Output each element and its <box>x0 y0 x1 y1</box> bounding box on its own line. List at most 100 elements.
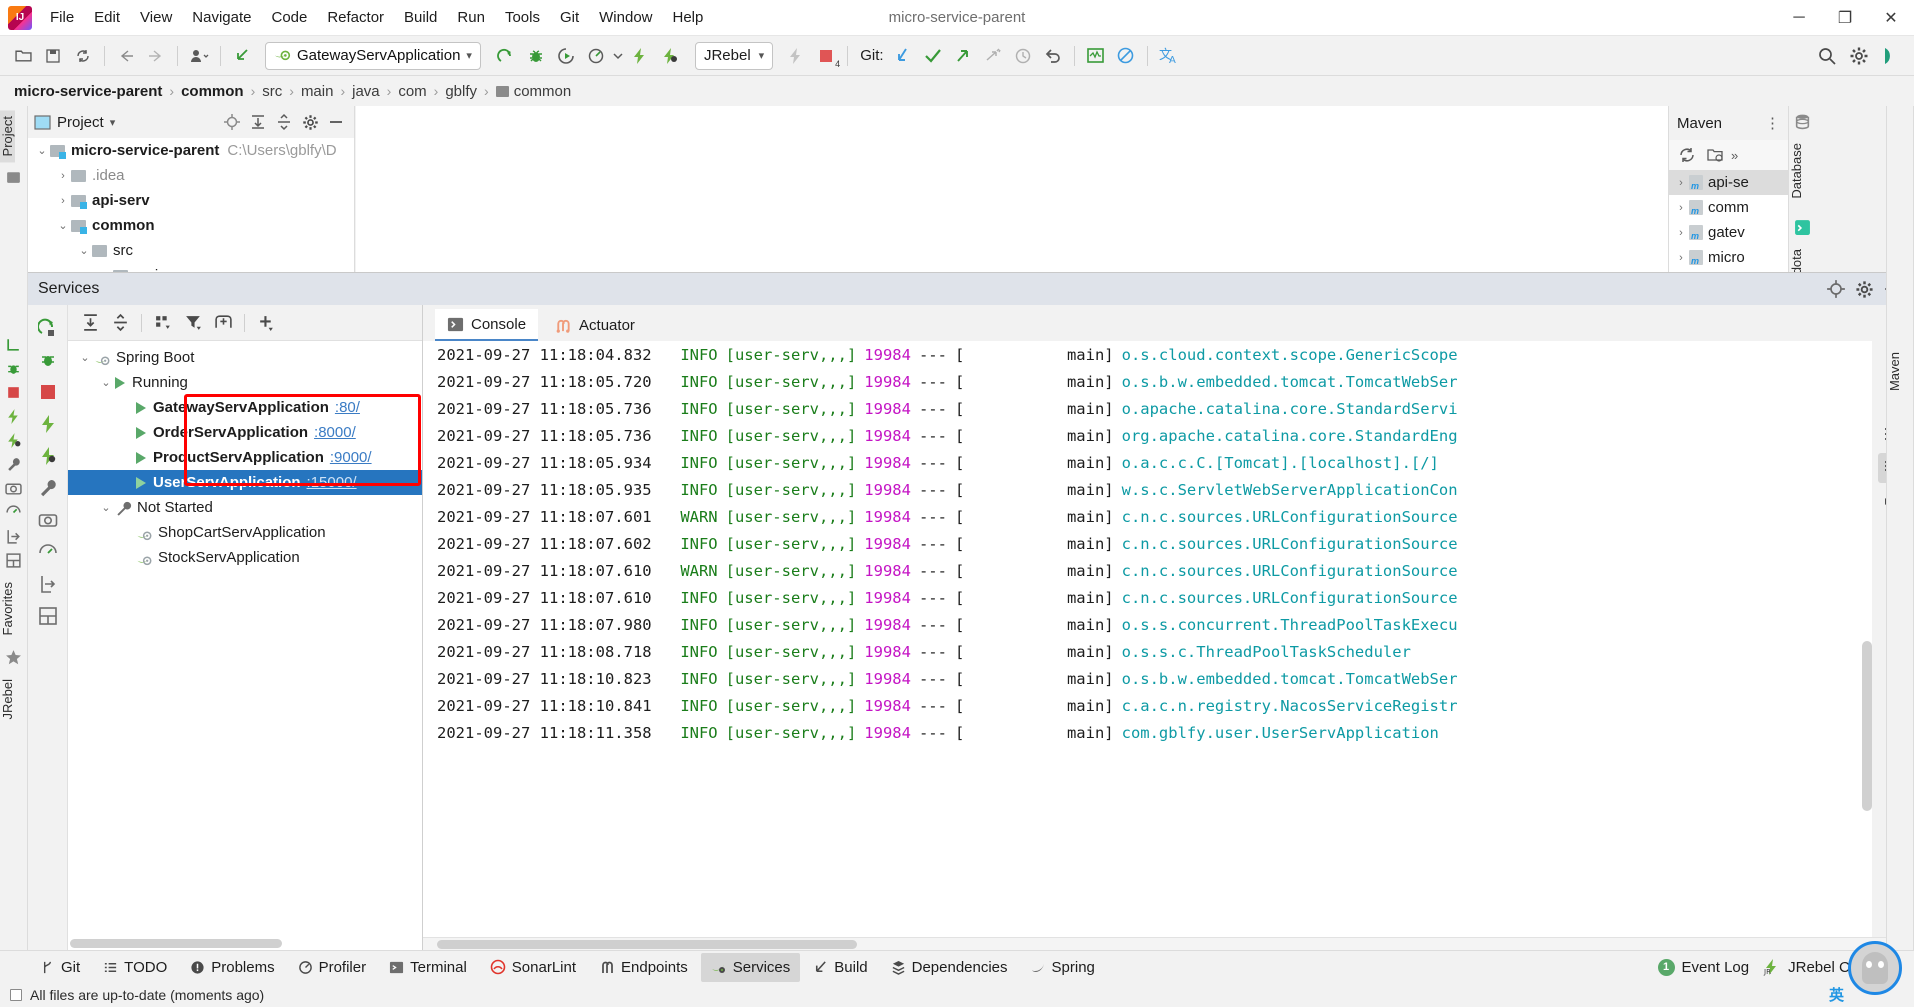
sync-icon[interactable] <box>68 42 98 70</box>
run-button[interactable] <box>491 42 521 70</box>
save-all-icon[interactable] <box>38 42 68 70</box>
sidebar-tab-project[interactable]: Project <box>0 110 15 163</box>
collapse-all-icon[interactable] <box>106 310 134 336</box>
update-project-icon[interactable] <box>227 42 257 70</box>
chevron-down-icon[interactable]: ⌄ <box>76 351 94 364</box>
filter-icon[interactable] <box>179 310 207 336</box>
database-icon[interactable] <box>1789 113 1816 130</box>
stop-square-icon[interactable] <box>0 384 27 401</box>
locate-file-icon[interactable] <box>220 110 244 134</box>
back-arrow-icon[interactable] <box>111 42 141 70</box>
import-icon[interactable] <box>0 528 27 545</box>
add-tab-icon[interactable] <box>209 310 237 336</box>
project-tree-row[interactable]: ⌄ micro-service-parent C:\Users\gblfy\D <box>28 138 354 163</box>
service-port-link[interactable]: :9000/ <box>330 449 372 466</box>
jrebel-debug-icon[interactable] <box>655 42 685 70</box>
run-configuration-selector[interactable]: GatewayServApplication ▾ <box>265 41 481 70</box>
tool-tab-problems[interactable]: Problems <box>180 953 284 982</box>
menu-git[interactable]: Git <box>550 4 589 31</box>
tool-tab-profiler[interactable]: Profiler <box>288 953 377 982</box>
wrench-icon[interactable] <box>0 456 27 473</box>
chevron-down-icon[interactable]: ▾ <box>759 49 765 62</box>
wrench-icon[interactable] <box>33 473 63 503</box>
maven-add-module-icon[interactable] <box>1703 143 1727 167</box>
services-tree-row[interactable]: ⌄ Spring Boot <box>68 345 422 370</box>
locate-icon[interactable] <box>1824 277 1848 301</box>
menu-code[interactable]: Code <box>261 4 317 31</box>
run-with-coverage-button[interactable] <box>551 42 581 70</box>
chevron-right-icon[interactable]: › <box>55 170 71 182</box>
breadcrumb-item-src[interactable]: src <box>262 83 282 100</box>
breadcrumb-item-main[interactable]: main <box>301 83 334 100</box>
hide-panel-icon[interactable] <box>324 110 348 134</box>
tool-tab-todo[interactable]: TODO <box>93 953 177 982</box>
sidebar-tab-favorites[interactable]: Favorites <box>0 576 15 641</box>
search-icon[interactable] <box>1812 42 1842 70</box>
event-log-button[interactable]: 1 Event Log <box>1657 958 1749 976</box>
git-shelve-icon[interactable] <box>978 42 1008 70</box>
menu-refactor[interactable]: Refactor <box>317 4 394 31</box>
sidebar-tab-maven-far[interactable]: Maven <box>1887 346 1902 397</box>
git-commit-icon[interactable] <box>918 42 948 70</box>
tool-tab-build[interactable]: Build <box>803 953 877 982</box>
project-tree-row[interactable]: › api-serv <box>28 188 354 213</box>
maven-more-icon[interactable]: » <box>1731 148 1738 163</box>
attach-debugger-icon[interactable] <box>781 42 811 70</box>
breadcrumb-item-com[interactable]: com <box>398 83 426 100</box>
star-icon[interactable] <box>0 649 27 666</box>
service-row-ProductServApplication[interactable]: ProductServApplication:9000/ <box>68 445 422 470</box>
expand-all-icon[interactable] <box>76 310 104 336</box>
jrebel-bolt-debug-icon[interactable] <box>0 432 27 449</box>
minimize-button[interactable]: ─ <box>1776 0 1822 35</box>
ime-indicator[interactable]: 英 <box>1829 984 1844 1005</box>
user-avatar-icon[interactable] <box>1876 42 1906 70</box>
jrebel-bolt-icon[interactable] <box>0 408 27 425</box>
assistant-avatar[interactable] <box>1848 941 1902 995</box>
chevron-down-icon[interactable]: ⌄ <box>97 501 115 514</box>
jrebel-run-icon[interactable] <box>33 409 63 439</box>
breadcrumb-item-common[interactable]: common <box>495 83 571 100</box>
settings-gear-icon[interactable] <box>298 110 322 134</box>
menu-run[interactable]: Run <box>447 4 495 31</box>
chevron-down-icon[interactable]: ⌄ <box>76 244 92 257</box>
jrebel-debug-icon[interactable] <box>33 441 63 471</box>
chevron-down-icon[interactable]: ▾ <box>110 116 116 129</box>
jrebel-run-icon[interactable] <box>625 42 655 70</box>
tool-tab-dependencies[interactable]: Dependencies <box>881 953 1018 982</box>
stop-button[interactable]: 4 <box>811 42 841 70</box>
log-horizontal-scrollbar[interactable] <box>423 937 1914 950</box>
jrebel-selector[interactable]: JRebel ▾ <box>694 41 774 70</box>
close-button[interactable]: ✕ <box>1868 0 1914 35</box>
git-revert-icon[interactable] <box>1038 42 1068 70</box>
chevron-right-icon[interactable]: › <box>1673 252 1689 264</box>
add-service-icon[interactable] <box>252 310 280 336</box>
codota-icon[interactable] <box>1789 219 1816 236</box>
ant-build-icon[interactable] <box>0 360 27 377</box>
tree-horizontal-scrollbar[interactable] <box>68 938 422 950</box>
tool-tab-endpoints[interactable]: Endpoints <box>589 953 698 982</box>
project-files-icon[interactable] <box>0 169 27 186</box>
import-icon[interactable] <box>33 569 63 599</box>
monitor-icon[interactable] <box>1081 42 1111 70</box>
tool-tab-sonarlint[interactable]: SonarLint <box>480 953 586 982</box>
console-tab-actuator[interactable]: Actuator <box>542 309 647 341</box>
structure-icon[interactable] <box>0 336 27 353</box>
breadcrumb-item-common[interactable]: common <box>181 83 244 100</box>
service-port-link[interactable]: :15000/ <box>307 474 357 491</box>
maven-tree-row[interactable]: › m comm <box>1669 195 1788 220</box>
menu-file[interactable]: File <box>40 4 84 31</box>
menu-window[interactable]: Window <box>589 4 662 31</box>
maven-tree-row[interactable]: › m micro <box>1669 245 1788 270</box>
expand-all-icon[interactable] <box>246 110 270 134</box>
chevron-down-icon[interactable]: ⌄ <box>55 219 71 232</box>
services-tree-row[interactable]: ShopCartServApplication <box>68 520 422 545</box>
service-row-GatewayServApplication[interactable]: GatewayServApplication:80/ <box>68 395 422 420</box>
settings-gear-icon[interactable] <box>1852 277 1876 301</box>
service-row-UserServApplication[interactable]: UserServApplication:15000/ <box>68 470 422 495</box>
group-by-icon[interactable] <box>149 310 177 336</box>
chevron-down-icon[interactable]: ▾ <box>466 49 472 62</box>
service-port-link[interactable]: :8000/ <box>314 424 356 441</box>
menu-build[interactable]: Build <box>394 4 447 31</box>
debug-button[interactable] <box>521 42 551 70</box>
chevron-right-icon[interactable]: › <box>1673 227 1689 239</box>
